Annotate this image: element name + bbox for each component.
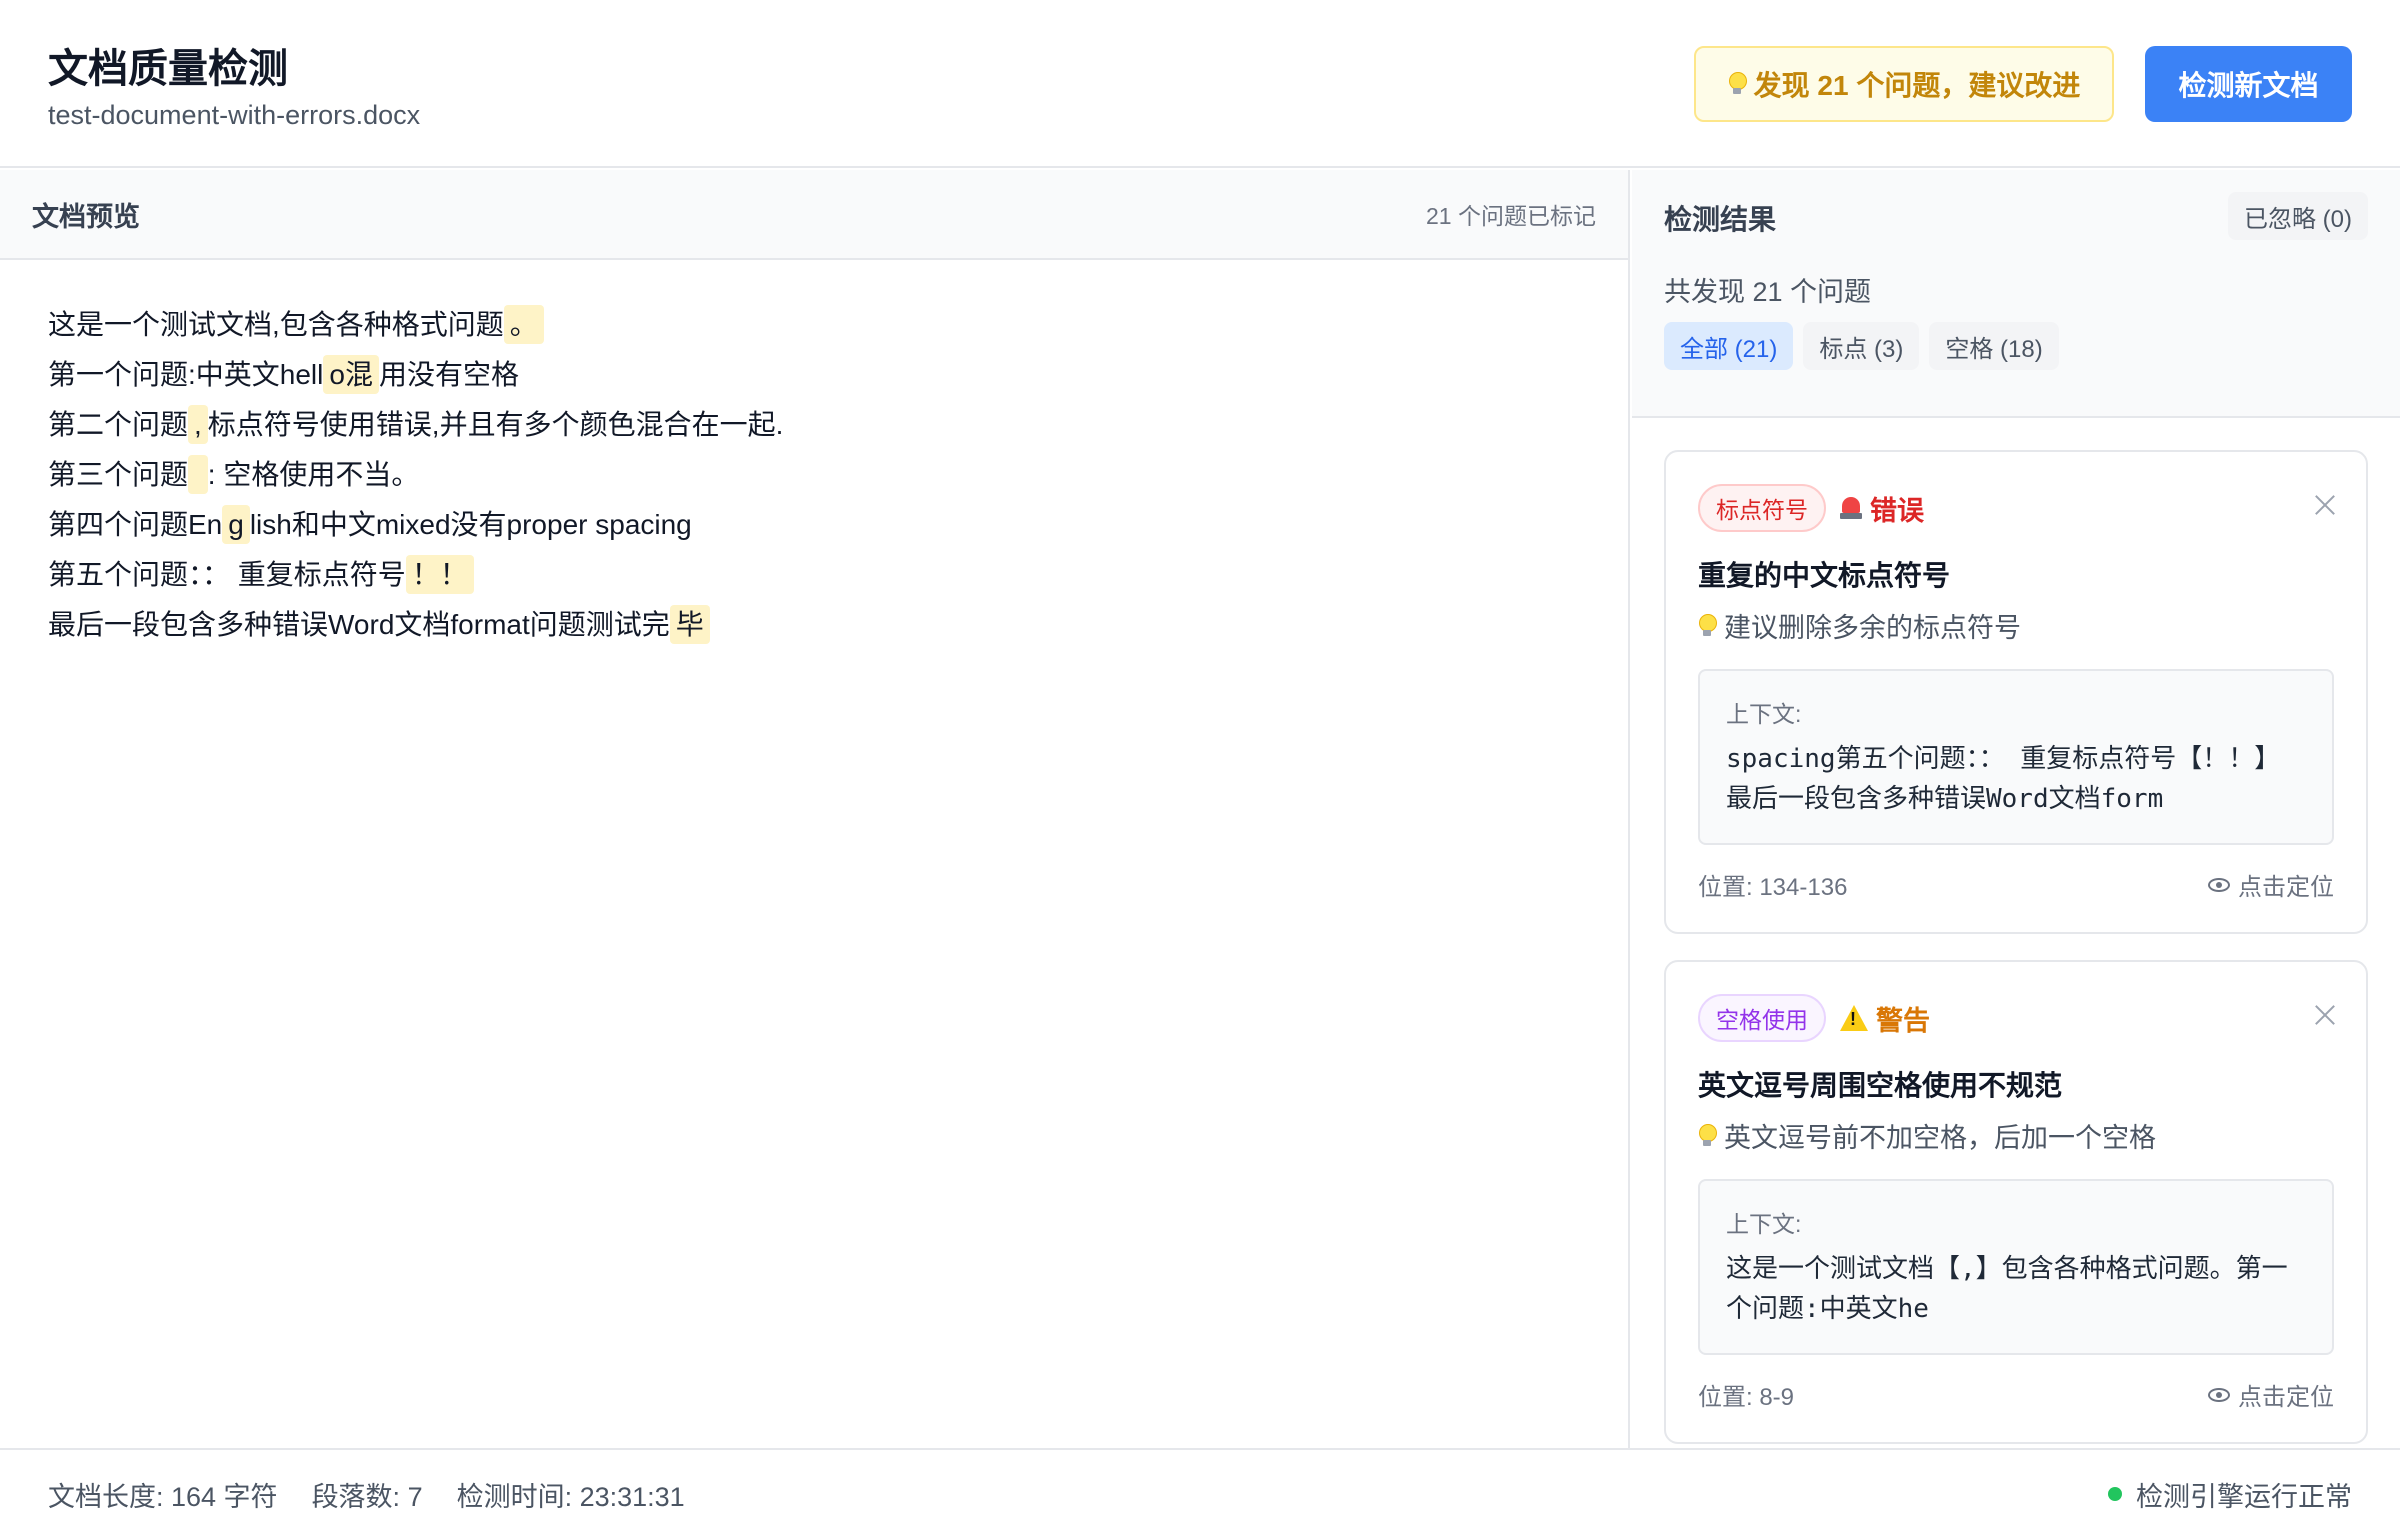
locate-label: 点击定位	[2238, 1384, 2334, 1411]
severity-text: 错误	[1870, 495, 1924, 526]
position-text: 位置: 8-9	[1698, 1384, 1795, 1411]
card-footer: 位置: 134-136 点击定位	[1698, 867, 2334, 902]
document-length: 文档长度: 164 字符	[48, 1481, 278, 1512]
warning-icon	[1840, 1005, 1868, 1031]
line-text: lish和中文mixed没有proper spacing	[249, 509, 692, 540]
context-box: 上下文: spacing第五个问题：： 重复标点符号【！！】最后一段包含多种错误…	[1698, 669, 2334, 845]
check-time: 检测时间: 23:31:31	[456, 1481, 685, 1512]
check-new-document-button[interactable]: 检测新文档	[2145, 46, 2352, 122]
line-text: 第四个问题En	[48, 509, 223, 540]
suggestion: 英文逗号前不加空格，后加一个空格	[1698, 1116, 2334, 1155]
results-summary: 共发现 21 个问题	[1664, 277, 1872, 307]
position-text: 位置: 134-136	[1698, 874, 1848, 901]
issue-highlight[interactable]: ,	[188, 405, 208, 444]
issue-summary-banner: 发现 21 个问题，建议改进	[1694, 46, 2114, 122]
line-text: 第三个问题	[48, 459, 189, 490]
close-icon[interactable]	[2312, 1002, 2338, 1028]
filter-tab-spacing[interactable]: 空格 (18)	[1929, 322, 2059, 370]
preview-line: 这是一个测试文档,包含各种格式问题。	[48, 300, 1580, 350]
results-title: 检测结果	[1664, 204, 1777, 235]
engine-status: 检测引擎运行正常	[2108, 1475, 2352, 1514]
preview-body: 这是一个测试文档,包含各种格式问题。 第一个问题:中英文hell o混 用没有空格 …	[0, 260, 1628, 690]
locate-label: 点击定位	[2238, 874, 2334, 901]
status-dot-icon	[2108, 1487, 2122, 1501]
issue-highlight[interactable]	[188, 455, 208, 494]
filter-tabs: 全部 (21) 标点 (3) 空格 (18)	[1664, 322, 2059, 370]
issue-card[interactable]: 空格使用 警告 英文逗号周围空格使用不规范 英文逗号前不加空格，后加一个空格 上…	[1664, 960, 2368, 1444]
issue-card[interactable]: 标点符号 错误 重复的中文标点符号 建议删除多余的标点符号 上下文: spaci…	[1664, 450, 2368, 934]
filter-tab-all[interactable]: 全部 (21)	[1664, 322, 1794, 370]
issue-banner-text: 发现 21 个问题，建议改进	[1753, 70, 2081, 101]
preview-line: 第一个问题:中英文hell o混 用没有空格	[48, 350, 1580, 400]
line-text: 第五个问题：： 重复标点符号	[48, 559, 406, 590]
paragraph-count: 段落数: 7	[311, 1481, 423, 1512]
results-panel: 检测结果 已忽略 (0) 共发现 21 个问题 全部 (21) 标点 (3) 空…	[1632, 170, 2400, 1448]
preview-line: 最后一段包含多种错误Word文档format问题测试完毕	[48, 600, 1580, 650]
locate-button[interactable]: 点击定位	[2208, 1377, 2334, 1412]
filter-tab-punctuation[interactable]: 标点 (3)	[1803, 322, 1920, 370]
context-text: spacing第五个问题：： 重复标点符号【！！】最后一段包含多种错误Word文…	[1726, 744, 2281, 814]
card-top: 空格使用 警告	[1698, 992, 2334, 1044]
issue-highlight[interactable]: o混	[323, 355, 379, 394]
ignored-button[interactable]: 已忽略 (0)	[2228, 192, 2368, 240]
preview-header: 文档预览 21 个问题已标记	[0, 170, 1628, 260]
context-label: 上下文:	[1726, 701, 1802, 727]
document-preview-panel: 文档预览 21 个问题已标记 这是一个测试文档,包含各种格式问题。 第一个问题:…	[0, 170, 1630, 1448]
preview-line: 第四个问题En g lish和中文mixed没有proper spacing	[48, 500, 1580, 550]
severity-label: 错误	[1840, 489, 1924, 528]
line-text: 最后一段包含多种错误Word文档format问题测试完	[48, 609, 670, 640]
issue-highlight[interactable]: 毕	[669, 605, 710, 644]
engine-status-text: 检测引擎运行正常	[2136, 1481, 2352, 1512]
issue-title: 重复的中文标点符号	[1698, 560, 1951, 591]
issue-title: 英文逗号周围空格使用不规范	[1698, 1070, 2063, 1101]
line-text: : 空格使用不当。	[207, 459, 420, 490]
line-text: 第一个问题:中英文hell	[48, 359, 324, 390]
lightbulb-icon	[1728, 70, 1747, 98]
card-top: 标点符号 错误	[1698, 482, 2334, 534]
line-text: 第二个问题	[48, 409, 189, 440]
footer-stats: 文档长度: 164 字符 段落数: 7 检测时间: 23:31:31	[48, 1475, 685, 1514]
eye-icon	[2208, 877, 2230, 892]
suggestion: 建议删除多余的标点符号	[1698, 606, 2334, 645]
close-icon[interactable]	[2312, 492, 2338, 518]
preview-title: 文档预览	[32, 201, 140, 232]
card-footer: 位置: 8-9 点击定位	[1698, 1377, 2334, 1412]
issue-highlight[interactable]: g	[222, 505, 250, 544]
severity-text: 警告	[1876, 1005, 1930, 1036]
severity-label: 警告	[1840, 999, 1930, 1038]
line-text: 用没有空格	[378, 359, 519, 390]
app-header: 文档质量检测 test-document-with-errors.docx 发现…	[0, 0, 2400, 168]
issue-highlight[interactable]: 。	[503, 305, 544, 344]
preview-line: 第二个问题, 标点符号使用错误,并且有多个颜色混合在一起.	[48, 400, 1580, 450]
preview-line: 第五个问题：： 重复标点符号！！	[48, 550, 1580, 600]
line-text: 标点符号使用错误,并且有多个颜色混合在一起.	[207, 409, 784, 440]
context-text: 这是一个测试文档【,】包含各种格式问题。第一个问题:中英文he	[1726, 1254, 2288, 1324]
marked-count: 21 个问题已标记	[1426, 203, 1596, 229]
issue-highlight[interactable]: ！！	[405, 555, 474, 594]
locate-button[interactable]: 点击定位	[2208, 867, 2334, 902]
context-label: 上下文:	[1726, 1211, 1802, 1237]
results-header: 检测结果 已忽略 (0) 共发现 21 个问题 全部 (21) 标点 (3) 空…	[1632, 170, 2400, 418]
lightbulb-icon	[1698, 1122, 1717, 1150]
lightbulb-icon	[1698, 612, 1717, 640]
file-name: test-document-with-errors.docx	[48, 100, 421, 130]
status-footer: 文档长度: 164 字符 段落数: 7 检测时间: 23:31:31 检测引擎运…	[0, 1448, 2400, 1538]
page-title: 文档质量检测	[48, 47, 288, 91]
category-tag: 标点符号	[1698, 484, 1826, 532]
eye-icon	[2208, 1387, 2230, 1402]
issue-list: 标点符号 错误 重复的中文标点符号 建议删除多余的标点符号 上下文: spaci…	[1632, 418, 2400, 1444]
suggestion-text: 英文逗号前不加空格，后加一个空格	[1724, 1123, 2156, 1153]
line-text: 这是一个测试文档,包含各种格式问题	[48, 309, 504, 340]
siren-icon	[1840, 495, 1862, 521]
suggestion-text: 建议删除多余的标点符号	[1724, 613, 2021, 643]
preview-line: 第三个问题 : 空格使用不当。	[48, 450, 1580, 500]
context-box: 上下文: 这是一个测试文档【,】包含各种格式问题。第一个问题:中英文he	[1698, 1179, 2334, 1355]
category-tag: 空格使用	[1698, 994, 1826, 1042]
